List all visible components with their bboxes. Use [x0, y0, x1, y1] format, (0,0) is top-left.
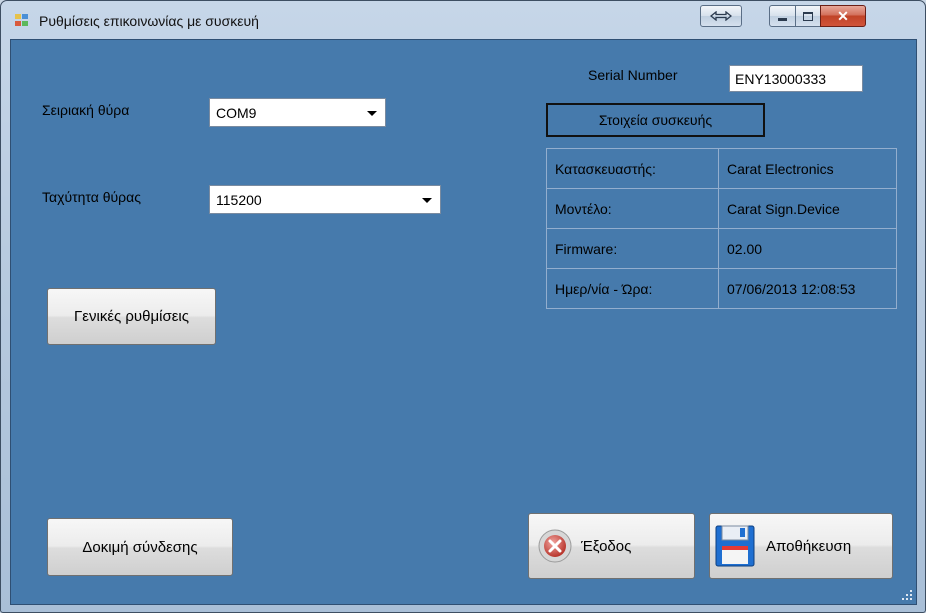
chevron-down-icon: [367, 111, 377, 116]
speed-select-value: 115200: [216, 192, 262, 208]
port-label: Σειριακή θύρα: [42, 102, 130, 118]
settings-window: Ρυθμίσεις επικοινωνίας με συσκευή ✕ Σειρ…: [0, 0, 926, 613]
app-icon: [15, 14, 31, 28]
exit-button[interactable]: Έξοδος: [528, 513, 695, 579]
manufacturer-key: Κατασκευαστής:: [546, 148, 719, 189]
chevron-down-icon: [422, 198, 432, 203]
floppy-disk-icon: [715, 525, 755, 567]
device-info-table: Κατασκευαστής: Carat Electronics Μοντέλο…: [546, 148, 897, 309]
table-row: Firmware: 02.00: [546, 228, 897, 269]
resize-grip[interactable]: [902, 590, 912, 600]
client-area: Σειριακή θύρα COM9 Ταχύτητα θύρας 115200…: [10, 39, 917, 605]
port-select-value: COM9: [216, 105, 257, 121]
table-row: Μοντέλο: Carat Sign.Device: [546, 188, 897, 229]
exit-label: Έξοδος: [581, 537, 632, 555]
serial-number-field[interactable]: ENY13000333: [729, 65, 863, 92]
firmware-value: 02.00: [718, 228, 897, 269]
speed-select[interactable]: 115200: [209, 185, 441, 214]
model-key: Μοντέλο:: [546, 188, 719, 229]
table-row: Κατασκευαστής: Carat Electronics: [546, 148, 897, 189]
table-row: Ημερ/νία - Ώρα: 07/06/2013 12:08:53: [546, 268, 897, 309]
manufacturer-value: Carat Electronics: [718, 148, 897, 189]
close-icon[interactable]: ✕: [820, 5, 866, 27]
maximize-icon[interactable]: [795, 5, 821, 27]
firmware-key: Firmware:: [546, 228, 719, 269]
minimize-icon[interactable]: [769, 5, 796, 27]
window-title: Ρυθμίσεις επικοινωνίας με συσκευή: [39, 13, 259, 29]
title-bar[interactable]: Ρυθμίσεις επικοινωνίας με συσκευή ✕: [1, 1, 925, 39]
test-connection-button[interactable]: Δοκιμή σύνδεσης: [47, 518, 233, 576]
save-button[interactable]: Αποθήκευση: [709, 513, 893, 579]
datetime-value: 07/06/2013 12:08:53: [718, 268, 897, 309]
close-circle-icon: [538, 529, 572, 563]
general-settings-button[interactable]: Γενικές ρυθμίσεις: [47, 288, 216, 345]
save-label: Αποθήκευση: [766, 537, 852, 555]
port-select[interactable]: COM9: [209, 98, 386, 127]
speed-label: Ταχύτητα θύρας: [42, 189, 141, 205]
device-info-header: Στοιχεία συσκευής: [546, 103, 765, 137]
serial-number-label: Serial Number: [588, 67, 678, 83]
swap-icon[interactable]: [700, 5, 742, 27]
datetime-key: Ημερ/νία - Ώρα:: [546, 268, 719, 309]
model-value: Carat Sign.Device: [718, 188, 897, 229]
